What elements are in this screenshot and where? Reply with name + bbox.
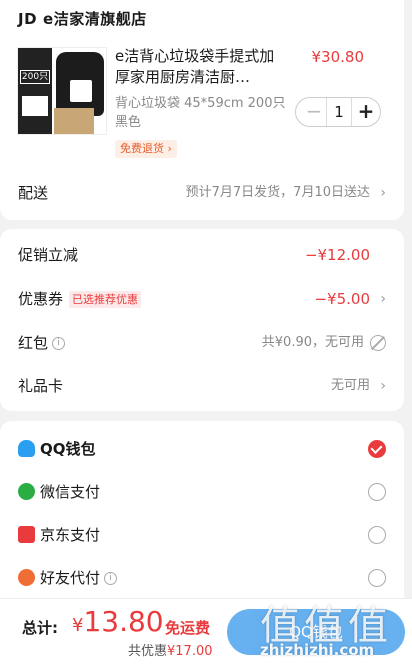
payment-option-qq[interactable]: QQ钱包 (18, 436, 388, 462)
product-thumbnail[interactable]: 200只 (17, 47, 107, 135)
product-title[interactable]: e洁背心垃圾袋手提式加厚家用厨房清洁厨… (115, 46, 287, 88)
delivery-label: 配送 (18, 184, 49, 202)
radio-selected[interactable] (368, 440, 386, 458)
coupon-value: −¥5.00 (314, 290, 370, 308)
wechat-pay-icon (18, 483, 35, 500)
quantity-stepper: − 1 + (295, 97, 381, 127)
product-spec[interactable]: 背心垃圾袋 45*59cm 200只 黑色 (115, 94, 291, 132)
coupon-label: 优惠券 已选推荐优惠 (18, 287, 142, 311)
delivery-value: 预计7月7日发货，7月10日送达 (185, 185, 370, 200)
chevron-right-icon: › (380, 185, 386, 201)
decrease-button[interactable]: − (302, 100, 326, 124)
free-return-badge[interactable]: 免费退货 › (115, 140, 177, 158)
chevron-right-icon: › (380, 378, 386, 394)
bag-image (56, 52, 104, 116)
info-icon[interactable]: i (104, 572, 118, 585)
package-count-label: 200只 (20, 70, 50, 84)
jd-logo: JD (18, 10, 38, 28)
info-icon[interactable]: i (52, 337, 66, 350)
chevron-right-icon: › (380, 291, 386, 307)
payment-option-wechat[interactable]: 微信支付 (18, 479, 388, 505)
carton-image (54, 108, 94, 134)
promo-row: 促销立减 −¥12.00 (18, 243, 388, 267)
giftcard-label: 礼品卡 (18, 377, 64, 395)
shop-title: e洁家清旗舰店 (43, 10, 147, 28)
redpacket-value: 共¥0.90，无可用 (261, 335, 364, 350)
shop-name[interactable]: JD e洁家清旗舰店 (18, 8, 147, 29)
payment-label: 京东支付 (40, 526, 101, 544)
unavailable-icon (370, 335, 386, 351)
promo-label: 促销立减 (18, 246, 79, 264)
product-card: JD e洁家清旗舰店 200只 e洁背心垃圾袋手提式加厚家用厨房清洁厨… ¥30.… (0, 0, 404, 220)
delivery-row[interactable]: 配送 预计7月7日发货，7月10日送达 › (18, 181, 388, 205)
saved-amount: 共优惠¥17.00 (128, 644, 213, 659)
coupon-row[interactable]: 优惠券 已选推荐优惠 −¥5.00 › (18, 287, 388, 311)
qq-wallet-icon (18, 440, 35, 457)
radio-unselected[interactable] (368, 569, 386, 587)
free-shipping-label: 免运费 (165, 619, 211, 637)
increase-button[interactable]: + (354, 100, 378, 124)
discount-card: 促销立减 −¥12.00 优惠券 已选推荐优惠 −¥5.00 › 红包 i 共¥0.… (0, 229, 404, 411)
quantity-input[interactable]: 1 (326, 98, 352, 126)
redpacket-label: 红包 i (18, 331, 66, 355)
radio-unselected[interactable] (368, 483, 386, 501)
package-image: 200只 (18, 48, 52, 134)
coupon-tag: 已选推荐优惠 (69, 291, 142, 308)
watermark: 值值值 zhizhizhi.com (258, 593, 408, 665)
payment-label: 微信支付 (40, 483, 101, 501)
total-label: 总计: (22, 619, 58, 637)
payment-option-friend[interactable]: 好友代付 i (18, 565, 388, 591)
payment-option-jd[interactable]: 京东支付 (18, 522, 388, 548)
giftcard-row[interactable]: 礼品卡 无可用 › (18, 374, 388, 398)
payment-label: 好友代付 i (40, 565, 118, 591)
radio-unselected[interactable] (368, 526, 386, 544)
payment-label: QQ钱包 (40, 440, 96, 458)
jd-pay-icon (18, 526, 35, 543)
promo-value: −¥12.00 (304, 246, 370, 264)
total-amount: ¥13.80 (72, 605, 164, 638)
giftcard-value: 无可用 (330, 378, 370, 393)
friend-pay-icon (18, 569, 35, 586)
redpacket-row[interactable]: 红包 i 共¥0.90，无可用 (18, 331, 388, 355)
product-price: ¥30.80 (311, 48, 365, 66)
watermark-url: zhizhizhi.com (260, 641, 375, 659)
